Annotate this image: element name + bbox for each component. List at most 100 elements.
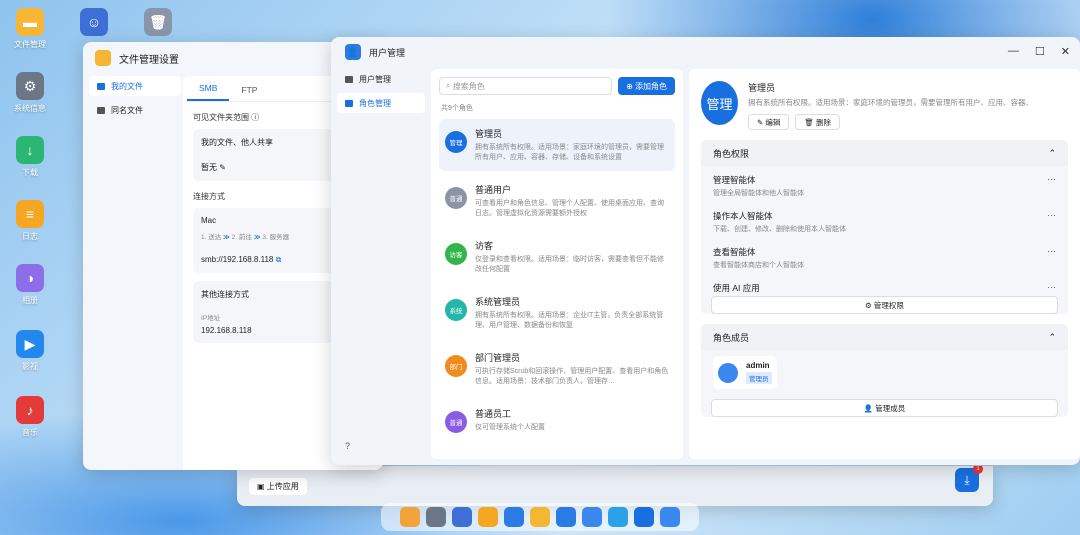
more-icon[interactable]: ··· (1047, 246, 1056, 270)
desktop-icon-download[interactable]: ↓ 下载 (0, 136, 60, 178)
permission-description: 下载、创建、修改、删除和使用本人智能体 (713, 226, 846, 233)
window-title: 文件管理设置 (119, 54, 179, 66)
tab-smb[interactable]: SMB (187, 83, 230, 101)
permission-description: 管理全局智能体和他人智能体 (713, 190, 804, 197)
trash-icon: 🗑 (144, 8, 172, 36)
role-description: 拥有系统所有权限。适用场景：企业IT主管，负责全部系统管理、用户管理、数据备份和… (475, 312, 664, 330)
shield-icon[interactable] (608, 507, 628, 527)
desktop-icon-robot[interactable]: ☺ (64, 8, 124, 36)
notification-badge: 1 (973, 466, 983, 474)
desktop-icon-video[interactable]: ▶ 影视 (0, 330, 60, 372)
list-item[interactable]: 普通 普通员工 仅可管理系统个人配置 (439, 399, 675, 451)
permissions-header[interactable]: 角色权限 ⌃ (701, 140, 1068, 166)
users-icon[interactable] (660, 507, 680, 527)
users-icon (345, 99, 353, 107)
list-item[interactable]: 外部外部协作者仅登录和查看权限 (439, 455, 675, 459)
list-item[interactable]: 普通 普通用户 可查看用户和角色信息、管理个人配置、使用桌面应用、查询日志。管理虚拟… (439, 175, 675, 227)
list-item[interactable]: 部门 部门管理员 可执行存储Scrub和回滚操作、管理用户配置、查看用户和角色信息。… (439, 343, 675, 395)
more-icon[interactable]: ··· (1047, 210, 1056, 234)
sidebar-item-my-files[interactable]: 我的文件 (89, 76, 181, 96)
chevron-up-icon: ⌃ (1048, 331, 1056, 342)
desktop-icon-label: 文件管理 (14, 40, 46, 49)
avatar: 部门 (445, 355, 467, 377)
photo-icon: ◑ (16, 264, 44, 292)
tab-ftp[interactable]: FTP (229, 85, 269, 101)
avatar: 管理 (701, 81, 738, 125)
sidebar: 我的文件 同名文件 (89, 76, 181, 124)
search-icon: ⌕ (446, 81, 451, 90)
folder-icon (97, 82, 105, 90)
help-icon[interactable]: ? (345, 441, 350, 451)
minimize-icon[interactable]: — (1008, 45, 1019, 58)
upload-app-window: ▣ 上传应用 ⤓ 1 (237, 466, 993, 506)
member-card[interactable]: admin 管理员 (713, 356, 777, 389)
gear-icon[interactable] (426, 507, 446, 527)
user-icon (345, 75, 353, 83)
window-title: 用户管理 (369, 47, 406, 58)
chevron-up-icon: ⌃ (1048, 147, 1056, 158)
user-icon[interactable] (556, 507, 576, 527)
more-icon[interactable]: ··· (1047, 174, 1056, 198)
search-input[interactable]: ⌕ 搜索角色 (439, 77, 613, 95)
docker-icon[interactable] (504, 507, 524, 527)
members-header[interactable]: 角色成员 ⌃ (701, 324, 1068, 350)
desktop-icon-label: 系统信息 (14, 104, 46, 113)
store-icon[interactable] (478, 507, 498, 527)
gear-icon: ⚙ (865, 300, 872, 310)
desktop-icon-label: 影视 (22, 362, 38, 371)
role-description: 仅可管理系统个人配置 (475, 424, 545, 431)
permission-item: 查看智能体 查看智能体商店和个人智能体 ··· (701, 238, 1068, 274)
manage-members-button[interactable]: 👤 管理成员 (711, 399, 1058, 417)
permission-name: 使用 AI 应用 (713, 283, 760, 292)
role-count: 共9个角色 (441, 105, 473, 112)
role-description: 仅登录和查看权限。适用场景：临时访客，需要查看但不能修改任何配置 (475, 256, 664, 274)
download-icon: ⤓ (964, 472, 970, 487)
log-icon: ≡ (16, 200, 44, 228)
permission-list: 管理智能体 管理全局智能体和他人智能体 ··· 操作本人智能体 下载、创建、修改、删除和… (701, 166, 1068, 292)
edit-icon[interactable]: ✎ (219, 163, 226, 172)
list-item[interactable]: 系统 系统管理员 拥有系统所有权限。适用场景：企业IT主管，负责全部系统管理、用户管… (439, 287, 675, 339)
folder-icon: ▬ (16, 8, 44, 36)
desktop-icon-file-manager[interactable]: ▬ 文件管理 (0, 8, 60, 50)
sidebar-item-users[interactable]: 用户管理 (337, 69, 425, 89)
role-detail-panel: 管理 管理员 拥有系统所有权限。适用场景：家庭环境的管理员，需要管理所有用户、应… (689, 69, 1080, 459)
sidebar-item-roles[interactable]: 角色管理 (337, 93, 425, 113)
maximize-icon[interactable]: ☐ (1035, 45, 1045, 58)
play-icon: ▶ (16, 330, 44, 358)
role-description: 拥有系统所有权限。适用场景：家庭环境的管理员，需要管理所有用户、应用、容器、 (748, 98, 1033, 107)
avatar: 系统 (445, 299, 467, 321)
folder-icon[interactable] (530, 507, 550, 527)
more-icon[interactable]: ··· (1047, 282, 1056, 292)
music-icon: ♪ (16, 396, 44, 424)
app-grid-icon[interactable] (400, 507, 420, 527)
trash-icon: 🗑 (804, 117, 814, 127)
desktop-icon-label: 下载 (22, 168, 38, 177)
folder-icon (95, 50, 111, 66)
role-description: 可执行存储Scrub和回滚操作、管理用户配置、查看用户和角色信息。适用场景：技术… (475, 368, 669, 386)
close-icon[interactable]: ✕ (1061, 45, 1070, 58)
role-permissions-panel: 角色权限 ⌃ 管理智能体 管理全局智能体和他人智能体 ··· 操作本人智能体 下载、创建、… (701, 140, 1068, 314)
desktop-icon-log[interactable]: ≡ 日志 (0, 200, 60, 242)
robot-icon[interactable] (452, 507, 472, 527)
desktop-icon-label: 相册 (22, 296, 38, 305)
desktop-icon-music[interactable]: ♪ 音乐 (0, 396, 60, 438)
delete-button[interactable]: 🗑 删除 (795, 114, 841, 130)
desktop-icon-trash[interactable]: 🗑 (128, 8, 188, 36)
add-role-button[interactable]: ⊕ 添加角色 (618, 77, 675, 95)
copy-icon[interactable]: ⧉ (276, 255, 282, 264)
info-icon[interactable] (582, 507, 602, 527)
manage-permissions-button[interactable]: ⚙ 管理权限 (711, 296, 1058, 314)
edit-button[interactable]: ✎ 编辑 (748, 114, 790, 130)
sidebar-item-same-name-files[interactable]: 同名文件 (89, 100, 181, 120)
list-item[interactable]: 访客 访客 仅登录和查看权限。适用场景：临时访客，需要查看但不能修改任何配置 (439, 231, 675, 283)
member-role-tag: 管理员 (746, 372, 772, 384)
avatar: 普通 (445, 187, 467, 209)
upload-app-button[interactable]: ▣ 上传应用 (249, 478, 307, 495)
desktop-icon-system-info[interactable]: ⚙ 系统信息 (0, 72, 60, 114)
desktop-icon-photos[interactable]: ◑ 相册 (0, 264, 60, 306)
window-title-bar[interactable]: 👤 用户管理 (331, 37, 1080, 67)
list-item[interactable]: 管理 管理员 拥有系统所有权限。适用场景：家庭环境的管理员，需要管理所有用户、应用、… (439, 119, 675, 171)
notification-icon[interactable] (634, 507, 654, 527)
permission-name: 管理智能体 (713, 175, 756, 185)
desktop-icon-label: 音乐 (22, 428, 38, 437)
